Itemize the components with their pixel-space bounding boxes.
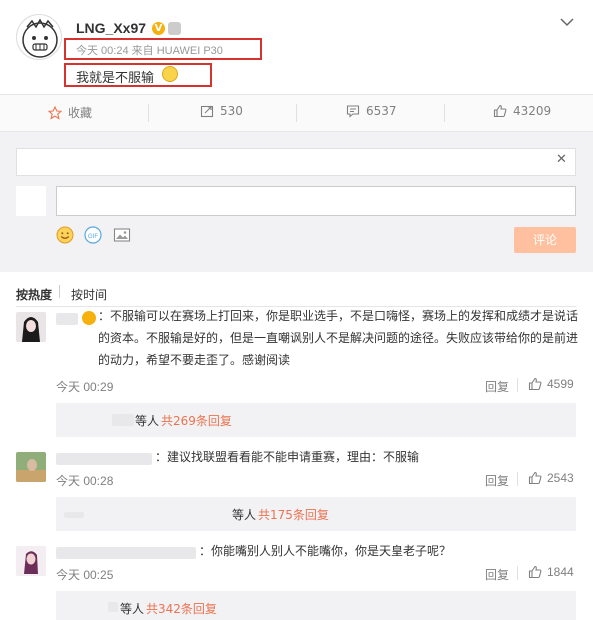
author-avatar[interactable] (16, 14, 62, 60)
replier-names-blurred (112, 414, 134, 426)
star-icon (48, 105, 62, 120)
comment-text: ：你能嘴别人别人不能嘴你，你是天皇老子呢？ (199, 544, 452, 558)
sub-replies-prefix: 等人 (135, 414, 160, 428)
smile-emoji-icon (162, 66, 178, 82)
divider (517, 472, 518, 486)
commenter-name-blurred[interactable] (56, 313, 78, 325)
like-count: 43209 (513, 104, 552, 118)
thumbs-up-icon (528, 471, 542, 485)
replier-names-blurred (108, 602, 118, 612)
divider (517, 378, 518, 392)
comment-input[interactable] (56, 186, 576, 216)
comment-like-count: 1844 (547, 565, 574, 579)
sort-by-time-tab[interactable]: 按时间 (71, 286, 107, 303)
comment-text: ：建议找联盟看看能不能申请重赛，理由：不服输 (155, 450, 420, 464)
submit-comment-button[interactable]: 评论 (514, 227, 576, 253)
comment-time: 今天 00:25 (56, 568, 114, 582)
reply-button[interactable]: 回复 (485, 472, 509, 489)
thumbs-up-icon (528, 377, 542, 391)
comment-time: 今天 00:28 (56, 474, 114, 488)
post-content: 我就是不服输 (76, 71, 155, 86)
current-user-avatar (16, 186, 46, 216)
comment-text: ：不服输可以在赛场上打回来，你是职业选手，不是口嗨怪，赛场上的发挥和成绩才是说话… (98, 309, 579, 367)
image-icon[interactable] (113, 226, 131, 244)
comment-like-button[interactable]: 1844 (528, 565, 574, 579)
commenter-avatar[interactable] (16, 312, 46, 342)
comment-like-button[interactable]: 2543 (528, 471, 574, 485)
divider (148, 104, 149, 122)
comment-like-count: 4599 (547, 377, 574, 391)
favorite-label: 收藏 (68, 106, 93, 120)
like-button[interactable]: 43209 (493, 104, 551, 118)
comment-count: 6537 (366, 104, 397, 118)
view-replies-link[interactable]: 共269条回复 (161, 412, 232, 429)
robot-icon (168, 22, 181, 35)
view-replies-link[interactable]: 共342条回复 (146, 600, 217, 617)
gif-icon[interactable]: GIF (84, 226, 102, 244)
thumbs-up-icon (493, 104, 507, 118)
sub-replies-prefix: 等人 (120, 602, 145, 616)
commenter-name-blurred[interactable] (56, 453, 152, 465)
repost-icon (200, 105, 214, 118)
svg-text:GIF: GIF (88, 234, 98, 240)
repost-button[interactable]: 530 (200, 104, 243, 118)
author-name[interactable]: LNG_Xx97 (76, 20, 146, 36)
reply-button[interactable]: 回复 (485, 378, 509, 395)
commenter-name-blurred[interactable] (56, 547, 196, 559)
divider (296, 104, 297, 122)
sort-by-hot-tab[interactable]: 按热度 (16, 286, 52, 303)
comment-time: 今天 00:29 (56, 380, 114, 394)
divider (59, 285, 60, 298)
comment-button[interactable]: 6537 (346, 104, 397, 118)
chevron-down-icon[interactable] (560, 12, 574, 31)
sub-replies-box[interactable] (56, 403, 576, 437)
comment-like-button[interactable]: 4599 (528, 377, 574, 391)
repost-count: 530 (220, 104, 243, 118)
favorite-button[interactable]: 收藏 (48, 104, 92, 121)
replier-names-blurred (64, 512, 84, 518)
verified-badge-icon: V (152, 22, 165, 35)
thumbs-up-icon (528, 565, 542, 579)
divider (444, 104, 445, 122)
comment-icon (346, 105, 360, 118)
smile-icon[interactable] (56, 226, 74, 244)
commenter-avatar[interactable] (16, 546, 46, 576)
sub-replies-prefix: 等人 (232, 508, 257, 522)
divider (517, 566, 518, 580)
view-replies-link[interactable]: 共175条回复 (258, 506, 329, 523)
close-icon[interactable]: ✕ (556, 152, 567, 167)
vip-badge-icon (82, 311, 96, 325)
comment-like-count: 2543 (547, 471, 574, 485)
commenter-avatar[interactable] (16, 452, 46, 482)
post-meta: 今天 00:24 来自 HUAWEI P30 (76, 45, 223, 57)
reply-button[interactable]: 回复 (485, 566, 509, 583)
reply-preview-field[interactable] (16, 148, 576, 176)
